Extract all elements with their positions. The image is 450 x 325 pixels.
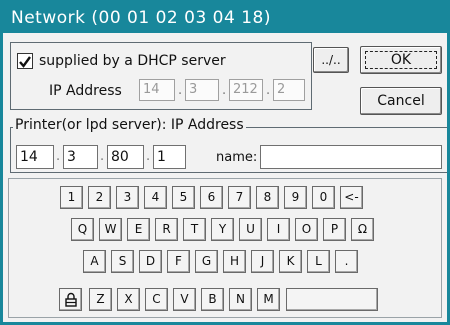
name-label: name: <box>216 150 258 165</box>
dhcp-checkbox-label: supplied by a DHCP server <box>39 53 226 69</box>
ip-separator: . <box>100 149 105 164</box>
key[interactable]: R <box>155 218 178 241</box>
key[interactable]: A <box>83 250 106 273</box>
shift-key[interactable] <box>59 288 82 311</box>
key[interactable]: Z <box>89 288 112 311</box>
title-bar: Network (00 01 02 03 04 18) <box>3 3 447 33</box>
key[interactable]: 6 <box>200 186 223 209</box>
key[interactable]: B <box>201 288 224 311</box>
printer-group-legend: Printer(or lpd server): IP Address <box>13 117 246 133</box>
key[interactable]: 2 <box>88 186 111 209</box>
key[interactable]: M <box>257 288 280 311</box>
printer-ip-octet-2[interactable]: 3 <box>63 145 98 169</box>
dhcp-ip-octet-3[interactable]: 212 <box>229 79 263 101</box>
key[interactable]: T <box>183 218 206 241</box>
key[interactable]: K <box>279 250 302 273</box>
key[interactable]: V <box>173 288 196 311</box>
key[interactable]: Q <box>71 218 94 241</box>
ip-separator: . <box>266 83 271 98</box>
key[interactable]: 4 <box>144 186 167 209</box>
key[interactable]: F <box>167 250 190 273</box>
key[interactable]: . <box>335 250 358 273</box>
key[interactable]: N <box>229 288 252 311</box>
key[interactable]: X <box>117 288 140 311</box>
key[interactable]: 1 <box>60 186 83 209</box>
network-dialog: Network (00 01 02 03 04 18) supplied by … <box>0 0 450 325</box>
dhcp-ip-octet-4[interactable]: 2 <box>273 79 305 101</box>
key[interactable]: W <box>99 218 122 241</box>
key[interactable]: D <box>139 250 162 273</box>
ok-label: OK <box>390 52 412 68</box>
dhcp-checkbox[interactable] <box>17 53 33 69</box>
key[interactable]: 8 <box>256 186 279 209</box>
key[interactable]: U <box>239 218 262 241</box>
lock-icon <box>64 292 77 307</box>
key[interactable]: <- <box>340 186 363 209</box>
key[interactable]: 5 <box>172 186 195 209</box>
ip-address-label: IP Address <box>49 83 122 99</box>
ip-separator: . <box>56 149 61 164</box>
key[interactable]: Y <box>211 218 234 241</box>
key[interactable]: I <box>267 218 290 241</box>
printer-name-input[interactable] <box>260 145 442 169</box>
browse-button[interactable]: ../.. <box>313 47 349 73</box>
key[interactable]: S <box>111 250 134 273</box>
ip-separator: . <box>222 83 227 98</box>
key[interactable]: 7 <box>228 186 251 209</box>
dhcp-ip-octet-1[interactable]: 14 <box>139 79 175 101</box>
ip-separator: . <box>178 83 183 98</box>
key[interactable]: P <box>323 218 346 241</box>
key[interactable]: 0 <box>312 186 335 209</box>
ok-button[interactable]: OK <box>360 46 442 74</box>
cancel-button[interactable]: Cancel <box>360 87 442 115</box>
key[interactable]: C <box>145 288 168 311</box>
key[interactable]: 3 <box>116 186 139 209</box>
key[interactable]: H <box>223 250 246 273</box>
key[interactable]: J <box>251 250 274 273</box>
printer-ip-octet-1[interactable]: 14 <box>16 145 54 169</box>
check-icon <box>19 56 31 68</box>
key[interactable]: G <box>195 250 218 273</box>
dhcp-ip-octet-2[interactable]: 3 <box>185 79 219 101</box>
printer-ip-octet-4[interactable]: 1 <box>153 145 186 169</box>
key[interactable]: L <box>307 250 330 273</box>
printer-ip-octet-3[interactable]: 80 <box>107 145 144 169</box>
space-key[interactable] <box>286 288 378 311</box>
key[interactable]: 9 <box>284 186 307 209</box>
key[interactable]: Ω <box>351 218 374 241</box>
ip-separator: . <box>146 149 151 164</box>
key[interactable]: O <box>295 218 318 241</box>
key[interactable]: E <box>127 218 150 241</box>
window-title: Network (00 01 02 03 04 18) <box>11 8 271 28</box>
